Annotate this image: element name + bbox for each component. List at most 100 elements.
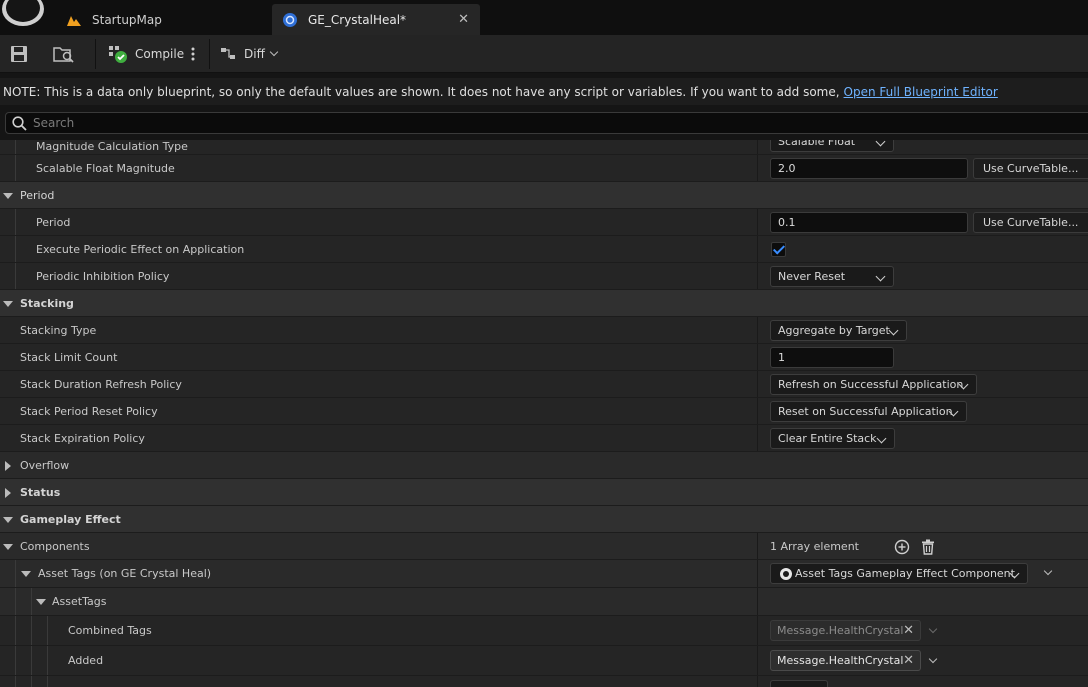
- compile-options-button[interactable]: [190, 42, 196, 66]
- indent-guide: [47, 616, 48, 645]
- chevron-down-icon[interactable]: [1043, 566, 1053, 576]
- unreal-class-icon: [780, 568, 792, 580]
- open-full-editor-link[interactable]: Open Full Blueprint Editor: [844, 85, 998, 99]
- close-icon[interactable]: ✕: [458, 12, 469, 27]
- diff-icon: [221, 48, 235, 59]
- chevron-down-icon: [269, 47, 279, 57]
- use-curvetable-button[interactable]: Use CurveTable...: [973, 212, 1088, 233]
- note-text: NOTE: This is a data only blueprint, so …: [3, 84, 840, 99]
- property-label: Magnitude Calculation Type: [36, 140, 188, 153]
- scalable-float-input[interactable]: 2.0: [770, 158, 968, 179]
- stack-expiration-dropdown[interactable]: Clear Entire Stack: [770, 428, 895, 449]
- property-row-stack-period: Stack Period Reset Policy Reset on Succe…: [0, 398, 1088, 425]
- stack-duration-dropdown[interactable]: Refresh on Successful Application: [770, 374, 977, 395]
- property-row-components: Components 1 Array element: [0, 533, 1088, 560]
- tag-chip[interactable]: Message.HealthCrystal ✕: [770, 650, 921, 671]
- period-input[interactable]: 0.1: [770, 212, 968, 233]
- indent-guide: [31, 676, 32, 687]
- property-label: Components: [20, 539, 90, 553]
- category-gameplay-effect[interactable]: Gameplay Effect: [0, 506, 1088, 533]
- property-row-execute-periodic: Execute Periodic Effect on Application: [0, 236, 1088, 263]
- chevron-down-icon[interactable]: [928, 654, 938, 664]
- property-value: Reset on Successful Application: [757, 398, 1088, 424]
- property-value: 1: [757, 344, 1088, 370]
- property-label: Asset Tags (on GE Crystal Heal): [38, 567, 212, 580]
- property-row-stack-limit: Stack Limit Count 1: [0, 344, 1088, 371]
- expand-arrow-icon[interactable]: [3, 301, 13, 307]
- indent-guide: [15, 560, 16, 587]
- magnitude-calc-dropdown[interactable]: Scalable Float: [770, 140, 894, 152]
- expand-arrow-icon[interactable]: [3, 517, 13, 523]
- tab-startupmap[interactable]: StartupMap: [56, 4, 270, 35]
- trash-icon[interactable]: [921, 539, 935, 555]
- details-panel: Magnitude Calculation Type Scalable Floa…: [0, 140, 1088, 687]
- expand-arrow-icon[interactable]: [3, 193, 13, 199]
- dropdown-value: Clear Entire Stack: [778, 432, 877, 445]
- property-value: 0.1 Use CurveTable...: [757, 209, 1088, 235]
- property-row-magnitude-calc: Magnitude Calculation Type Scalable Floa…: [0, 140, 1088, 155]
- use-curvetable-button[interactable]: Use CurveTable...: [973, 158, 1088, 179]
- diff-button[interactable]: Diff: [220, 42, 279, 66]
- blueprint-icon: [282, 12, 298, 28]
- periodic-inhibition-dropdown[interactable]: Never Reset: [770, 266, 894, 287]
- search-input[interactable]: Search: [33, 116, 74, 130]
- indent-guide: [15, 155, 16, 181]
- category-status[interactable]: Status: [0, 479, 1088, 506]
- search-box[interactable]: Search: [5, 112, 1088, 134]
- property-value: Scalable Float: [757, 140, 1088, 154]
- category-label: Status: [20, 485, 61, 499]
- expand-arrow-icon[interactable]: [36, 599, 46, 605]
- category-period[interactable]: Period: [0, 182, 1088, 209]
- browse-button[interactable]: [53, 42, 75, 66]
- tab-ge-crystalheal[interactable]: GE_CrystalHeal* ✕: [272, 4, 480, 35]
- chevron-down-icon: [875, 140, 886, 147]
- unreal-logo-icon[interactable]: [2, 0, 44, 26]
- property-label: Combined Tags: [68, 624, 152, 637]
- property-label: Stack Expiration Policy: [20, 431, 145, 445]
- stacking-type-dropdown[interactable]: Aggregate by Target: [770, 320, 907, 341]
- category-label: Gameplay Effect: [20, 512, 121, 526]
- indent-guide: [47, 646, 48, 675]
- property-value: Message.HealthCrystal ✕: [757, 646, 1088, 675]
- indent-guide: [15, 676, 16, 687]
- expand-arrow-icon[interactable]: [5, 461, 11, 471]
- property-label: Stack Limit Count: [20, 350, 118, 364]
- save-button[interactable]: [10, 42, 28, 66]
- category-label: Stacking: [20, 296, 74, 310]
- property-row-scalable-float: Scalable Float Magnitude 2.0 Use CurveTa…: [0, 155, 1088, 182]
- category-stacking[interactable]: Stacking: [0, 290, 1088, 317]
- property-label: Execute Periodic Effect on Application: [36, 242, 245, 256]
- expand-arrow-icon[interactable]: [3, 544, 13, 550]
- dropdown-value: Reset on Successful Application: [778, 405, 953, 418]
- category-overflow[interactable]: Overflow: [0, 452, 1088, 479]
- indent-guide: [15, 236, 16, 262]
- remove-tag-icon[interactable]: ✕: [903, 653, 914, 668]
- execute-periodic-checkbox[interactable]: [771, 242, 786, 257]
- property-value: Clear Entire Stack: [757, 425, 1088, 451]
- expand-arrow-icon[interactable]: [21, 571, 31, 577]
- tag-edit-dropdown[interactable]: [770, 680, 828, 687]
- chevron-down-icon: [875, 271, 886, 282]
- property-row-periodic-inhibition: Periodic Inhibition Policy Never Reset: [0, 263, 1088, 290]
- property-label: Period: [36, 215, 71, 229]
- toolbar: Compile Diff: [0, 35, 1088, 73]
- indent-guide: [31, 588, 32, 615]
- stack-limit-input[interactable]: 1: [770, 347, 894, 368]
- indent-guide: [15, 209, 16, 235]
- property-row-stack-expiration: Stack Expiration Policy Clear Entire Sta…: [0, 425, 1088, 452]
- indent-guide: [15, 646, 16, 675]
- toolbar-separator: [209, 39, 210, 69]
- property-label: Stacking Type: [20, 323, 97, 337]
- compile-button[interactable]: Compile: [107, 42, 184, 66]
- property-row-asset-tags-component: Asset Tags (on GE Crystal Heal) Asset Ta…: [0, 560, 1088, 588]
- property-row-assettags: AssetTags: [0, 588, 1088, 616]
- tag-label: Message.HealthCrystal: [777, 624, 904, 637]
- expand-arrow-icon[interactable]: [5, 488, 11, 498]
- indent-guide: [31, 616, 32, 645]
- property-value: 2.0 Use CurveTable...: [757, 155, 1088, 181]
- chevron-down-icon: [876, 433, 887, 444]
- stack-period-dropdown[interactable]: Reset on Successful Application: [770, 401, 967, 422]
- tab-label: StartupMap: [92, 12, 162, 27]
- component-class-dropdown[interactable]: Asset Tags Gameplay Effect Component: [770, 563, 1028, 584]
- add-element-icon[interactable]: [894, 539, 910, 555]
